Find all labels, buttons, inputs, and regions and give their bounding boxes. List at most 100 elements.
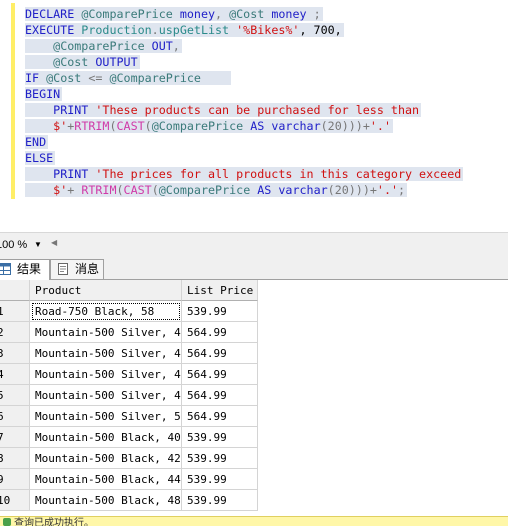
code-token: '.' — [376, 183, 399, 197]
cell-product[interactable]: Mountain-500 Silver, 44 — [30, 364, 182, 385]
cell-list-price[interactable]: 564.99 — [182, 322, 258, 343]
code-line[interactable]: PRINT 'These products can be purchased f… — [25, 102, 463, 118]
code-token: PRINT — [53, 167, 89, 181]
code-line[interactable]: DECLARE @ComparePrice money, @Cost money… — [25, 6, 463, 22]
tab-results[interactable]: 结果 — [0, 259, 50, 280]
change-tracking-bar — [11, 3, 15, 199]
code-line[interactable]: PRINT 'The prices for all products in th… — [25, 166, 464, 182]
row-number[interactable]: 9 — [0, 469, 30, 490]
table-row[interactable]: 3Mountain-500 Silver, 42564.99 — [0, 343, 262, 364]
corner-header[interactable] — [0, 280, 30, 301]
table-row[interactable]: 10Mountain-500 Black, 48539.99 — [0, 490, 262, 511]
code-token: DECLARE — [25, 7, 75, 21]
table-row[interactable]: 5Mountain-500 Silver, 48564.99 — [0, 385, 262, 406]
row-number[interactable]: 10 — [0, 490, 30, 511]
cell-list-price[interactable]: 564.99 — [182, 343, 258, 364]
code-line-selection: PRINT 'The prices for all products in th… — [25, 167, 464, 181]
code-token: @Cost — [53, 55, 89, 69]
code-token: @Cost — [46, 71, 82, 85]
grid-header: Product List Price — [0, 280, 262, 301]
cell-list-price[interactable]: 539.99 — [182, 448, 258, 469]
cell-product[interactable]: Mountain-500 Silver, 52 — [30, 406, 182, 427]
code-line[interactable]: @Cost OUTPUT — [25, 54, 463, 70]
code-token: ; — [313, 7, 321, 21]
code-line[interactable]: IF @Cost <= @ComparePrice — [25, 70, 463, 86]
code-token: ( — [144, 119, 152, 133]
code-line-selection: @ComparePrice OUT, — [25, 39, 182, 53]
row-number[interactable]: 6 — [0, 406, 30, 427]
table-row[interactable]: 2Mountain-500 Silver, 40564.99 — [0, 322, 262, 343]
code-token: 'The prices for all products in this cat… — [88, 167, 462, 181]
code-token: '.' — [369, 119, 392, 133]
code-token: ; — [398, 183, 406, 197]
code-line-selection: $'+ RTRIM(CAST(@ComparePrice AS varchar(… — [25, 183, 408, 197]
cell-product[interactable]: Mountain-500 Silver, 42 — [30, 343, 182, 364]
cell-product[interactable]: Mountain-500 Black, 42 — [30, 448, 182, 469]
code-line[interactable]: EXECUTE Production.uspGetList '%Bikes%',… — [25, 22, 463, 38]
cell-list-price[interactable]: 539.99 — [182, 490, 258, 511]
table-row[interactable]: 9Mountain-500 Black, 44539.99 — [0, 469, 262, 490]
code-token: ( — [109, 119, 117, 133]
code-token: OUTPUT — [88, 55, 138, 69]
cell-product[interactable]: Mountain-500 Silver, 40 — [30, 322, 182, 343]
table-row[interactable]: 7Mountain-500 Black, 40539.99 — [0, 427, 262, 448]
code-line[interactable]: $'+RTRIM(CAST(@ComparePrice AS varchar(2… — [25, 118, 463, 134]
cell-list-price[interactable]: 564.99 — [182, 406, 258, 427]
code-line[interactable]: END — [25, 134, 463, 150]
cell-product[interactable]: Mountain-500 Black, 48 — [30, 490, 182, 511]
tab-messages[interactable]: 消息 — [50, 259, 104, 279]
row-number[interactable]: 2 — [0, 322, 30, 343]
code-token: varchar — [271, 119, 321, 133]
code-token: money — [264, 7, 314, 21]
code-line[interactable]: ELSE — [25, 150, 463, 166]
code-token: CAST — [116, 119, 145, 133]
table-row[interactable]: 6Mountain-500 Silver, 52564.99 — [0, 406, 262, 427]
code-token: ( — [151, 183, 159, 197]
cell-list-price[interactable]: 539.99 — [182, 301, 258, 322]
code-token: <= — [81, 71, 110, 85]
cell-product[interactable]: Mountain-500 Silver, 48 — [30, 385, 182, 406]
scroll-left-icon[interactable]: ◀ — [51, 238, 57, 247]
code-token: (20)))+ — [320, 119, 370, 133]
code-token: OUT — [144, 39, 173, 53]
row-number[interactable]: 3 — [0, 343, 30, 364]
code-token: RTRIM — [74, 119, 110, 133]
code-line[interactable]: BEGIN — [25, 86, 463, 102]
row-number[interactable]: 1 — [0, 301, 30, 322]
cell-list-price[interactable]: 539.99 — [182, 427, 258, 448]
table-row[interactable]: 1Road-750 Black, 58539.99 — [0, 301, 262, 322]
column-header-product[interactable]: Product — [30, 280, 182, 301]
code-line[interactable]: $'+ RTRIM(CAST(@ComparePrice AS varchar(… — [25, 182, 463, 198]
zoom-select[interactable]: 100 % ▼ — [0, 237, 48, 253]
row-number[interactable]: 8 — [0, 448, 30, 469]
code-line-selection: END — [25, 135, 49, 149]
cell-list-price[interactable]: 564.99 — [182, 385, 258, 406]
results-grid[interactable]: Product List Price 1Road-750 Black, 5853… — [0, 280, 508, 516]
cell-list-price[interactable]: 539.99 — [182, 469, 258, 490]
row-number[interactable]: 4 — [0, 364, 30, 385]
row-number[interactable]: 5 — [0, 385, 30, 406]
cell-product[interactable]: Road-750 Black, 58 — [30, 301, 182, 322]
code-token: @ComparePrice — [151, 119, 244, 133]
code-line[interactable]: @ComparePrice OUT, — [25, 38, 463, 54]
code-token: CAST — [123, 183, 152, 197]
table-row[interactable]: 8Mountain-500 Black, 42539.99 — [0, 448, 262, 469]
cell-product[interactable]: Mountain-500 Black, 44 — [30, 469, 182, 490]
row-number[interactable]: 7 — [0, 427, 30, 448]
column-header-list-price[interactable]: List Price — [182, 280, 258, 301]
code-token: uspGetList — [158, 23, 230, 37]
code-line-selection: ELSE — [25, 151, 56, 165]
code-token: @ComparePrice — [109, 71, 201, 85]
message-icon — [58, 263, 68, 275]
table-row[interactable]: 4Mountain-500 Silver, 44564.99 — [0, 364, 262, 385]
query-editor[interactable]: DECLARE @ComparePrice money, @Cost money… — [0, 0, 508, 232]
sql-code[interactable]: DECLARE @ComparePrice money, @Cost money… — [25, 6, 464, 198]
result-tabs: 结果 消息 — [0, 257, 508, 280]
code-token: AS — [250, 183, 279, 197]
cell-list-price[interactable]: 564.99 — [182, 364, 258, 385]
chevron-down-icon[interactable]: ▼ — [34, 237, 42, 253]
cell-product[interactable]: Mountain-500 Black, 40 — [30, 427, 182, 448]
